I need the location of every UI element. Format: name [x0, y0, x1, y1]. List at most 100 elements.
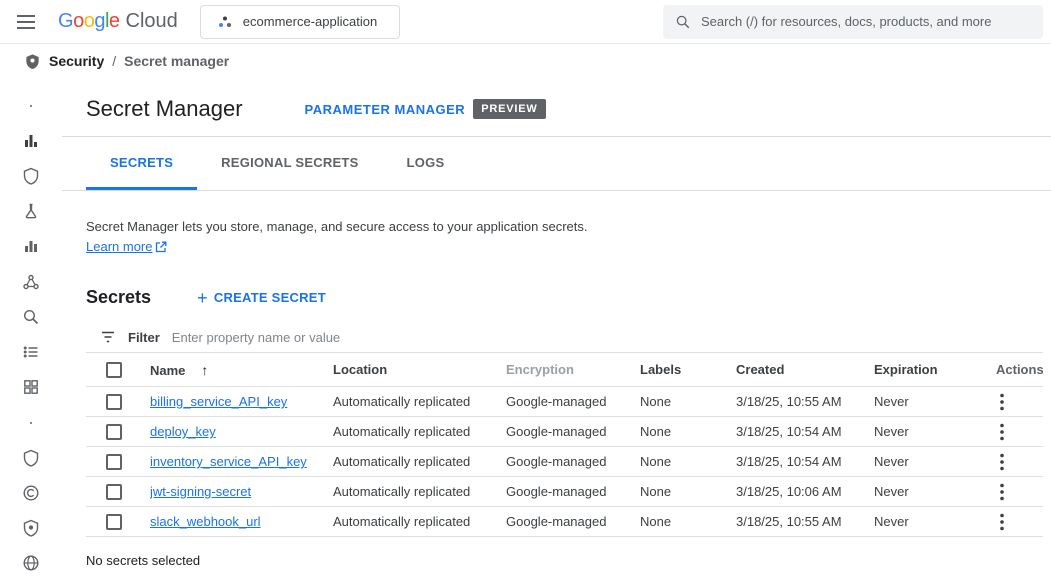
top-bar: G o o g l e Cloud ecommerce-application	[0, 0, 1051, 44]
compliance-circle-icon[interactable]	[13, 475, 49, 510]
lab-flask-icon[interactable]	[13, 194, 49, 229]
cell-encryption: Google-managed	[506, 507, 640, 537]
column-header-labels[interactable]: Labels	[640, 353, 736, 387]
apps-grid-icon[interactable]	[13, 370, 49, 405]
breadcrumb-separator: /	[112, 53, 116, 69]
shield-lock-icon[interactable]	[13, 511, 49, 546]
pinned-products-icon[interactable]	[13, 123, 49, 158]
secret-name-link[interactable]: jwt-signing-secret	[150, 484, 251, 499]
row-checkbox[interactable]	[106, 514, 122, 530]
learn-more-label: Learn more	[86, 237, 152, 257]
tab-regional-secrets[interactable]: REGIONAL SECRETS	[197, 137, 382, 190]
column-header-label: Name	[150, 363, 185, 378]
cell-labels: None	[640, 447, 736, 477]
cell-expiration: Never	[874, 477, 984, 507]
search-icon	[675, 14, 691, 30]
secret-name-link[interactable]: billing_service_API_key	[150, 394, 287, 409]
cell-created: 3/18/25, 10:06 AM	[736, 477, 874, 507]
row-checkbox[interactable]	[106, 454, 122, 470]
filter-label: Filter	[128, 330, 160, 345]
project-name: ecommerce-application	[243, 14, 377, 29]
row-actions-menu-icon[interactable]	[996, 451, 1008, 473]
cell-expiration: Never	[874, 417, 984, 447]
row-actions-menu-icon[interactable]	[996, 421, 1008, 443]
table-row: slack_webhook_url Automatically replicat…	[86, 507, 1043, 537]
logo-letter: o	[73, 10, 84, 33]
list-icon[interactable]	[13, 335, 49, 370]
left-icon-sidebar	[0, 78, 62, 581]
table-row: billing_service_API_key Automatically re…	[86, 387, 1043, 417]
row-checkbox[interactable]	[106, 394, 122, 410]
project-icon	[217, 14, 233, 30]
column-header-created[interactable]: Created	[736, 353, 874, 387]
cell-created: 3/18/25, 10:55 AM	[736, 507, 874, 537]
cell-location: Automatically replicated	[333, 447, 506, 477]
row-actions-menu-icon[interactable]	[996, 391, 1008, 413]
table-row: jwt-signing-secret Automatically replica…	[86, 477, 1043, 507]
plus-icon: +	[197, 289, 208, 307]
external-link-icon	[155, 241, 167, 253]
page-title: Secret Manager	[86, 96, 243, 122]
secret-name-link[interactable]: slack_webhook_url	[150, 514, 261, 529]
select-all-checkbox[interactable]	[106, 362, 122, 378]
dot-icon	[13, 88, 49, 123]
cell-created: 3/18/25, 10:55 AM	[736, 387, 874, 417]
secret-name-link[interactable]: deploy_key	[150, 424, 216, 439]
column-header-name[interactable]: Name ↑	[150, 353, 333, 387]
cell-expiration: Never	[874, 387, 984, 417]
learn-more-link[interactable]: Learn more	[86, 237, 167, 257]
column-header-location[interactable]: Location	[333, 353, 506, 387]
logo-letter: e	[109, 10, 120, 33]
secrets-table: Name ↑ Location Encryption Labels Created…	[86, 352, 1043, 537]
security-shield-icon[interactable]	[13, 158, 49, 193]
create-secret-button[interactable]: + CREATE SECRET	[197, 289, 326, 307]
shield-icon[interactable]	[13, 440, 49, 475]
network-icon[interactable]	[13, 264, 49, 299]
cell-expiration: Never	[874, 447, 984, 477]
tab-logs[interactable]: LOGS	[383, 137, 469, 190]
create-secret-label: CREATE SECRET	[214, 290, 326, 305]
cell-created: 3/18/25, 10:54 AM	[736, 447, 874, 477]
tab-bar: SECRETS REGIONAL SECRETS LOGS	[62, 137, 1051, 191]
cell-labels: None	[640, 417, 736, 447]
filter-input[interactable]	[172, 330, 1043, 345]
web-security-globe-icon[interactable]	[13, 546, 49, 581]
breadcrumb: Security / Secret manager	[0, 44, 1051, 78]
main-content: Secret Manager PARAMETER MANAGER PREVIEW…	[62, 78, 1051, 581]
filter-bar[interactable]: Filter	[86, 322, 1043, 352]
secret-name-link[interactable]: inventory_service_API_key	[150, 454, 307, 469]
table-header-row: Name ↑ Location Encryption Labels Created…	[86, 353, 1043, 387]
table-row: deploy_key Automatically replicated Goog…	[86, 417, 1043, 447]
global-search-bar[interactable]	[663, 5, 1043, 39]
row-checkbox[interactable]	[106, 424, 122, 440]
row-checkbox[interactable]	[106, 484, 122, 500]
search-input[interactable]	[701, 14, 1031, 29]
logo-cloud-text: Cloud	[126, 10, 178, 33]
cell-location: Automatically replicated	[333, 477, 506, 507]
tab-secrets[interactable]: SECRETS	[86, 137, 197, 190]
parameter-manager-link[interactable]: PARAMETER MANAGER	[305, 102, 466, 117]
menu-hamburger-icon[interactable]	[6, 2, 46, 42]
selection-status-text: No secrets selected	[62, 537, 1051, 568]
logo-letter: G	[58, 10, 73, 33]
row-actions-menu-icon[interactable]	[996, 481, 1008, 503]
column-header-expiration[interactable]: Expiration	[874, 353, 984, 387]
project-selector-button[interactable]: ecommerce-application	[200, 5, 400, 39]
chart-columns-icon[interactable]	[13, 229, 49, 264]
search-settings-icon[interactable]	[13, 299, 49, 334]
google-cloud-logo[interactable]: G o o g l e Cloud	[58, 10, 178, 33]
cell-labels: None	[640, 477, 736, 507]
breadcrumb-section[interactable]: Security	[49, 53, 104, 69]
column-header-encryption[interactable]: Encryption	[506, 353, 640, 387]
secrets-section-title: Secrets	[86, 287, 151, 308]
logo-letter: g	[94, 10, 105, 33]
logo-letter: o	[84, 10, 95, 33]
row-actions-menu-icon[interactable]	[996, 511, 1008, 533]
sort-ascending-icon[interactable]: ↑	[201, 362, 208, 378]
cell-encryption: Google-managed	[506, 447, 640, 477]
cell-encryption: Google-managed	[506, 417, 640, 447]
cell-labels: None	[640, 507, 736, 537]
filter-icon	[100, 329, 116, 345]
column-header-actions: Actions	[984, 353, 1043, 387]
page-description: Secret Manager lets you store, manage, a…	[86, 217, 1051, 237]
